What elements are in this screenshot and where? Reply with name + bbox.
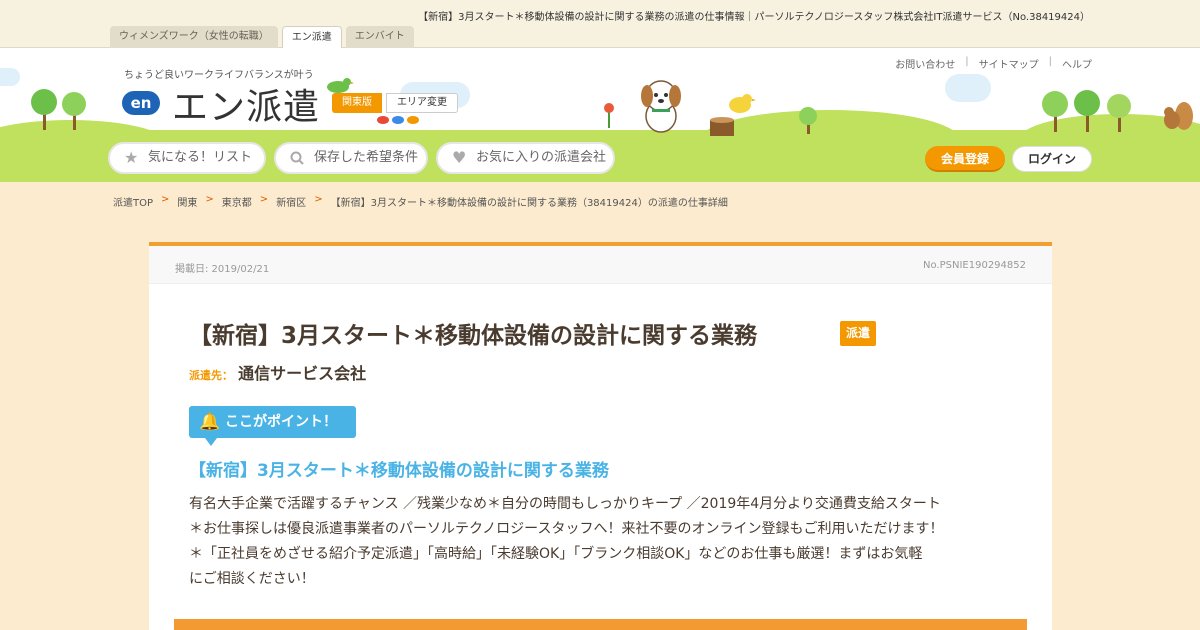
register-button[interactable]: 会員登録 — [925, 146, 1005, 172]
util-separator: | — [1048, 56, 1052, 67]
description-line: にご相談ください！ — [189, 571, 315, 587]
dispatch-destination: 派遣先： 通信サービス会社 — [189, 360, 366, 384]
breadcrumb-separator: > — [205, 194, 214, 205]
point-label: 🔔 ここがポイント！ — [189, 406, 356, 446]
squirrel-icon — [1164, 102, 1193, 130]
util-separator: | — [965, 56, 969, 67]
breadcrumb-item[interactable]: 関東 — [177, 194, 197, 209]
en-logo-icon[interactable]: en — [122, 91, 160, 115]
site-logo[interactable]: エン派遣 — [172, 78, 320, 130]
top-strip: 【新宿】3月スタート＊移動体設備の設計に関する業務の派遣の仕事情報｜パーソルテク… — [0, 0, 1200, 49]
dispatch-destination-name: 通信サービス会社 — [238, 364, 367, 383]
employment-type-badge: 派遣 — [840, 321, 877, 346]
breadcrumb-current: 【新宿】3月スタート＊移動体設備の設計に関する業務（38419424）の派遣の仕… — [330, 198, 728, 209]
browser-page-title: 【新宿】3月スタート＊移動体設備の設計に関する業務の派遣の仕事情報｜パーソルテク… — [418, 12, 1090, 23]
job-headline: 【新宿】3月スタート＊移動体設備の設計に関する業務 — [189, 461, 609, 481]
tree-icon — [31, 89, 86, 130]
breadcrumb-separator: > — [161, 194, 170, 205]
cloud-decoration — [945, 74, 991, 102]
site-header: ちょうど良いワークライフバランスが叶う en エン派遣 関東版 エリア変更 お問… — [0, 48, 1200, 182]
job-meta-bar: 掲載日: 2019/02/21 No.PSNIE190294852 — [149, 246, 1052, 284]
tab-en-baito[interactable]: エンバイト — [345, 26, 414, 48]
breadcrumb: 派遣TOP > 関東 > 東京都 > 新宿区 > 【新宿】3月スタート＊移動体設… — [113, 194, 728, 209]
job-description: 有名大手企業で活躍するチャンス ／残業少なめ＊自分の時間もしっかりキープ ／20… — [189, 492, 1009, 592]
job-detail-card: 掲載日: 2019/02/21 No.PSNIE190294852 【新宿】3月… — [149, 242, 1052, 630]
posted-date: 掲載日: 2019/02/21 — [175, 264, 270, 275]
breadcrumb-item[interactable]: 新宿区 — [276, 194, 306, 209]
bird-icon — [729, 94, 756, 113]
mushroom-icon — [377, 116, 419, 124]
tree-icon — [1042, 90, 1131, 132]
flower-icon — [604, 103, 614, 128]
breadcrumb-separator: > — [259, 194, 269, 205]
saved-conditions-button[interactable]: 保存した希望条件 — [274, 142, 428, 174]
watchlist-button[interactable]: ★ 気になる！リスト — [108, 142, 266, 174]
dispatch-destination-label: 派遣先： — [189, 369, 233, 382]
search-icon — [290, 144, 304, 174]
breadcrumb-item[interactable]: 派遣TOP — [113, 194, 153, 209]
heart-icon: ♥ — [452, 148, 467, 167]
favorite-agencies-button[interactable]: ♥ お気に入りの派遣会社 — [436, 142, 615, 174]
site-tabs: ウィメンズワーク（女性の転職） エン派遣 エンバイト — [110, 26, 414, 49]
watchlist-label: 気になる！リスト — [148, 150, 253, 165]
tab-en-haken[interactable]: エン派遣 — [281, 26, 342, 49]
tree-icon — [799, 107, 817, 134]
tab-womens-work[interactable]: ウィメンズワーク（女性の転職） — [110, 26, 278, 48]
utility-links: お問い合わせ | サイトマップ | ヘルプ — [895, 56, 1092, 71]
breadcrumb-item[interactable]: 東京都 — [222, 194, 252, 209]
login-button[interactable]: ログイン — [1012, 146, 1092, 172]
point-label-text: ここがポイント！ — [225, 414, 337, 430]
tree-stump-icon — [710, 117, 734, 136]
cloud-decoration — [0, 68, 20, 86]
contact-link[interactable]: お問い合わせ — [895, 56, 955, 71]
favorite-agencies-label: お気に入りの派遣会社 — [476, 150, 607, 165]
description-line: 有名大手企業で活躍するチャンス ／残業少なめ＊自分の時間もしっかりキープ ／20… — [189, 496, 941, 512]
area-change-button[interactable]: エリア変更 — [386, 93, 458, 113]
job-title: 【新宿】3月スタート＊移動体設備の設計に関する業務 — [189, 323, 758, 349]
region-label: 関東版 — [332, 93, 382, 113]
description-line: ＊「正社員をめざせる紹介予定派遣」「高時給」「未経験OK」「ブランク相談OK」な… — [189, 546, 923, 562]
section-header-bar — [174, 619, 1027, 630]
dog-mascot-icon — [641, 80, 681, 133]
sitemap-link[interactable]: サイトマップ — [979, 56, 1039, 71]
job-number: No.PSNIE190294852 — [923, 260, 1026, 271]
description-line: ＊お仕事探しは優良派遣事業者のパーソルテクノロジースタッフへ！来社不要のオンライ… — [189, 521, 944, 537]
saved-conditions-label: 保存した希望条件 — [314, 150, 419, 165]
bell-icon: 🔔 — [199, 412, 221, 432]
breadcrumb-separator: > — [314, 194, 323, 205]
star-icon: ★ — [124, 148, 139, 167]
help-link[interactable]: ヘルプ — [1062, 56, 1092, 71]
